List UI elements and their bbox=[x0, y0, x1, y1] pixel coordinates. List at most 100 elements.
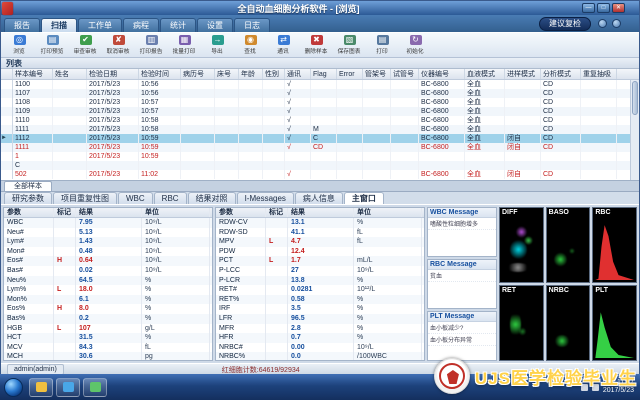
toolbar-button-search[interactable]: ◉ 查找 bbox=[234, 33, 267, 57]
param-row[interactable]: Neu% 64.5% bbox=[4, 275, 212, 286]
param-row[interactable]: P-LCC 27 10⁹/L bbox=[216, 265, 424, 276]
cell: 2017/5/23 bbox=[87, 170, 139, 179]
suggest-recheck-button[interactable]: 建议复检 bbox=[539, 17, 591, 31]
table-row[interactable]: 1 2017/5/23 10:59 bbox=[1, 152, 639, 161]
tab-5[interactable]: 结果对照 bbox=[187, 192, 236, 204]
cell: CD bbox=[541, 170, 581, 179]
param-row[interactable]: NRBC% 0.0/100WBC bbox=[216, 352, 424, 360]
scattergram-rbc[interactable]: RBC bbox=[592, 207, 637, 283]
toolbar-button-cancel-approve[interactable]: ✘ 取消审核 bbox=[102, 33, 135, 57]
cell: 全血 bbox=[465, 80, 505, 89]
param-row[interactable]: Mon# 0.48 10⁹/L bbox=[4, 246, 212, 257]
param-row[interactable]: HFR 0.7% bbox=[216, 333, 424, 343]
toolbar-button-batch-print[interactable]: ▦ 批量打印 bbox=[168, 33, 201, 57]
tab-all-samples[interactable]: 全部样本 bbox=[4, 181, 52, 191]
taskbar-app-icon-1[interactable] bbox=[29, 377, 53, 397]
tab-1[interactable]: 研究参数 bbox=[4, 192, 52, 204]
param-row[interactable]: RET% 0.58% bbox=[216, 294, 424, 305]
param-row[interactable]: Bas% 0.2% bbox=[4, 313, 212, 324]
tab-3[interactable]: WBC bbox=[118, 192, 153, 204]
tab-7[interactable]: 病人信息 bbox=[294, 192, 343, 204]
cell: CD bbox=[541, 143, 581, 152]
menu-tab-6[interactable]: 设置 bbox=[197, 18, 233, 32]
toolbar-button-review-approve[interactable]: ✔ 审查审核 bbox=[69, 33, 102, 57]
param-row[interactable]: RET# 0.0281 10¹²/L bbox=[216, 285, 424, 295]
toolbar-button-print-report[interactable]: ▥ 打印报告 bbox=[135, 33, 168, 57]
toolbar-button-browse[interactable]: ◎ 浏览 bbox=[3, 33, 36, 57]
menu-help-icon[interactable] bbox=[598, 19, 607, 28]
param-row[interactable]: PDW 12.4 bbox=[216, 246, 424, 257]
param-row[interactable]: IRF 3.5% bbox=[216, 304, 424, 314]
param-name: MPV bbox=[216, 237, 266, 247]
row-marker bbox=[1, 116, 13, 125]
menu-info-icon[interactable] bbox=[612, 19, 621, 28]
table-scrollbar[interactable] bbox=[630, 80, 639, 180]
scattergram-baso[interactable]: BASO bbox=[545, 207, 591, 283]
scattergram-plt[interactable]: PLT bbox=[592, 285, 637, 361]
table-row[interactable]: 1109 2017/5/23 10:57 √ BC-6800 全血 CD bbox=[1, 107, 639, 116]
minimize-button[interactable]: — bbox=[582, 3, 595, 13]
tab-4[interactable]: RBC bbox=[153, 192, 187, 204]
toolbar-button-export[interactable]: → 导出 bbox=[201, 33, 234, 57]
menu-tab-5[interactable]: 统计 bbox=[160, 18, 196, 32]
scattergram-ret[interactable]: RET bbox=[499, 285, 544, 361]
menu-tab-2[interactable]: 扫描 bbox=[41, 18, 77, 32]
tab-6[interactable]: I-Messages bbox=[236, 192, 294, 204]
param-row[interactable]: MCV 84.3 fL bbox=[4, 342, 212, 353]
param-row[interactable]: MFR 2.8% bbox=[216, 323, 424, 334]
param-row[interactable]: Mon% 6.1% bbox=[4, 294, 212, 305]
param-row[interactable]: RDW-CV 13.1% bbox=[216, 218, 424, 228]
param-row[interactable]: MCH 30.6 pg bbox=[4, 352, 212, 360]
param-row[interactable]: RDW-SD 41.1 fL bbox=[216, 227, 424, 238]
param-row[interactable]: MPV L 4.7 fL bbox=[216, 237, 424, 247]
toolbar-button-delete-sample[interactable]: ✖ 删除样本 bbox=[300, 33, 333, 57]
param-row[interactable]: PCT L 1.7 mL/L bbox=[216, 256, 424, 266]
start-button[interactable] bbox=[4, 377, 23, 397]
param-row[interactable]: Eos# H 0.64 10⁹/L bbox=[4, 256, 212, 266]
cell bbox=[263, 98, 285, 107]
param-row[interactable]: Lym# 1.43 10⁹/L bbox=[4, 237, 212, 247]
table-row[interactable]: 1111 2017/5/23 10:58 √ M BC-6800 全血 CD bbox=[1, 125, 639, 134]
menu-tab-1[interactable]: 报告 bbox=[4, 18, 40, 32]
param-row[interactable]: LFR 96.5% bbox=[216, 313, 424, 324]
param-row[interactable]: HCT 31.5% bbox=[4, 333, 212, 343]
scattergram-nrbc[interactable]: NRBC bbox=[545, 285, 591, 361]
toolbar-button-init[interactable]: ↻ 初始化 bbox=[399, 33, 432, 57]
param-row[interactable]: Lym% L 18.0% bbox=[4, 285, 212, 295]
table-row[interactable]: 1110 2017/5/23 10:58 √ BC-6800 全血 CD bbox=[1, 116, 639, 125]
scrollbar-thumb[interactable] bbox=[632, 81, 638, 115]
cell bbox=[53, 116, 87, 125]
table-row[interactable]: 1107 2017/5/23 10:56 √ BC-6800 全血 CD bbox=[1, 89, 639, 98]
param-row[interactable]: Eos% H 8.0% bbox=[4, 304, 212, 314]
param-row[interactable]: Neu# 5.13 10⁹/L bbox=[4, 227, 212, 238]
print-preview-icon: ▤ bbox=[46, 35, 59, 45]
watermark-logo bbox=[433, 358, 470, 394]
tab-2[interactable]: 项目重复性图 bbox=[53, 192, 117, 204]
close-button[interactable]: ✕ bbox=[612, 3, 625, 13]
param-row[interactable]: WBC 7.95 10⁹/L bbox=[4, 218, 212, 228]
menu-tab-4[interactable]: 病程 bbox=[123, 18, 159, 32]
toolbar-button-print[interactable]: ▤ 打印 bbox=[366, 33, 399, 57]
toolbar-button-comm[interactable]: ⇄ 通讯 bbox=[267, 33, 300, 57]
cell bbox=[215, 98, 239, 107]
param-row[interactable]: Bas# 0.02 10⁹/L bbox=[4, 265, 212, 276]
param-row[interactable]: HGB L 107 g/L bbox=[4, 323, 212, 334]
menu-tab-7[interactable]: 日志 bbox=[234, 18, 270, 32]
toolbar-button-save-chart[interactable]: ▧ 保存图表 bbox=[333, 33, 366, 57]
maximize-button[interactable]: □ bbox=[597, 3, 610, 13]
param-row[interactable]: P-LCR 13.8% bbox=[216, 275, 424, 286]
menu-tab-3[interactable]: 工作单 bbox=[78, 18, 122, 32]
taskbar-app-icon-3[interactable] bbox=[83, 377, 107, 397]
table-row[interactable]: 1111 2017/5/23 10:59 √ CD BC-6800 全血 闭自 CD bbox=[1, 143, 639, 152]
table-row[interactable]: 502 2017/5/23 11:02 √ BC-6800 全血 闭自 CD bbox=[1, 170, 639, 179]
table-row[interactable]: C bbox=[1, 161, 639, 170]
cell bbox=[263, 125, 285, 134]
scattergram-diff[interactable]: DIFF bbox=[499, 207, 544, 283]
tab-8[interactable]: 主窗口 bbox=[343, 192, 384, 204]
param-row[interactable]: NRBC# 0.00 10⁹/L bbox=[216, 342, 424, 353]
toolbar-button-print-preview[interactable]: ▤ 打印预览 bbox=[36, 33, 69, 57]
table-row[interactable]: 1100 2017/5/23 10:56 √ BC-6800 全血 CD bbox=[1, 80, 639, 89]
table-row[interactable]: ► 1112 2017/5/23 10:59 √ C BC-6800 全血 闭自 CD bbox=[1, 134, 639, 143]
table-row[interactable]: 1108 2017/5/23 10:57 √ BC-6800 全血 CD bbox=[1, 98, 639, 107]
taskbar-app-icon-2[interactable] bbox=[56, 377, 80, 397]
